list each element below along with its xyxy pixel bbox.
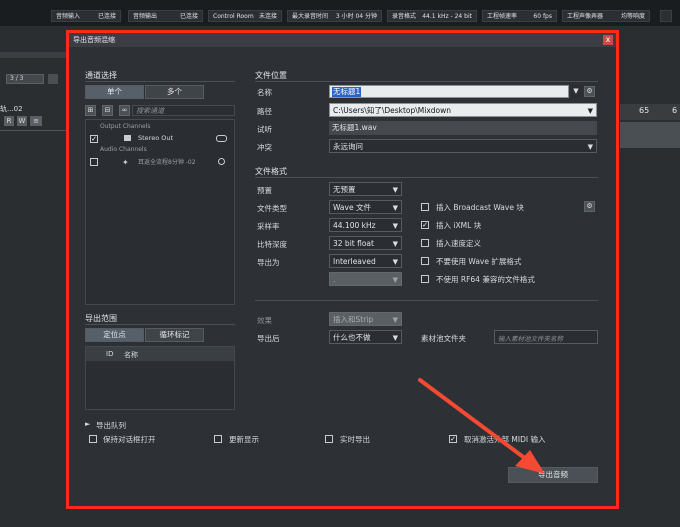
arrow-shaft xyxy=(418,378,532,464)
annotation-arrow xyxy=(418,378,545,474)
